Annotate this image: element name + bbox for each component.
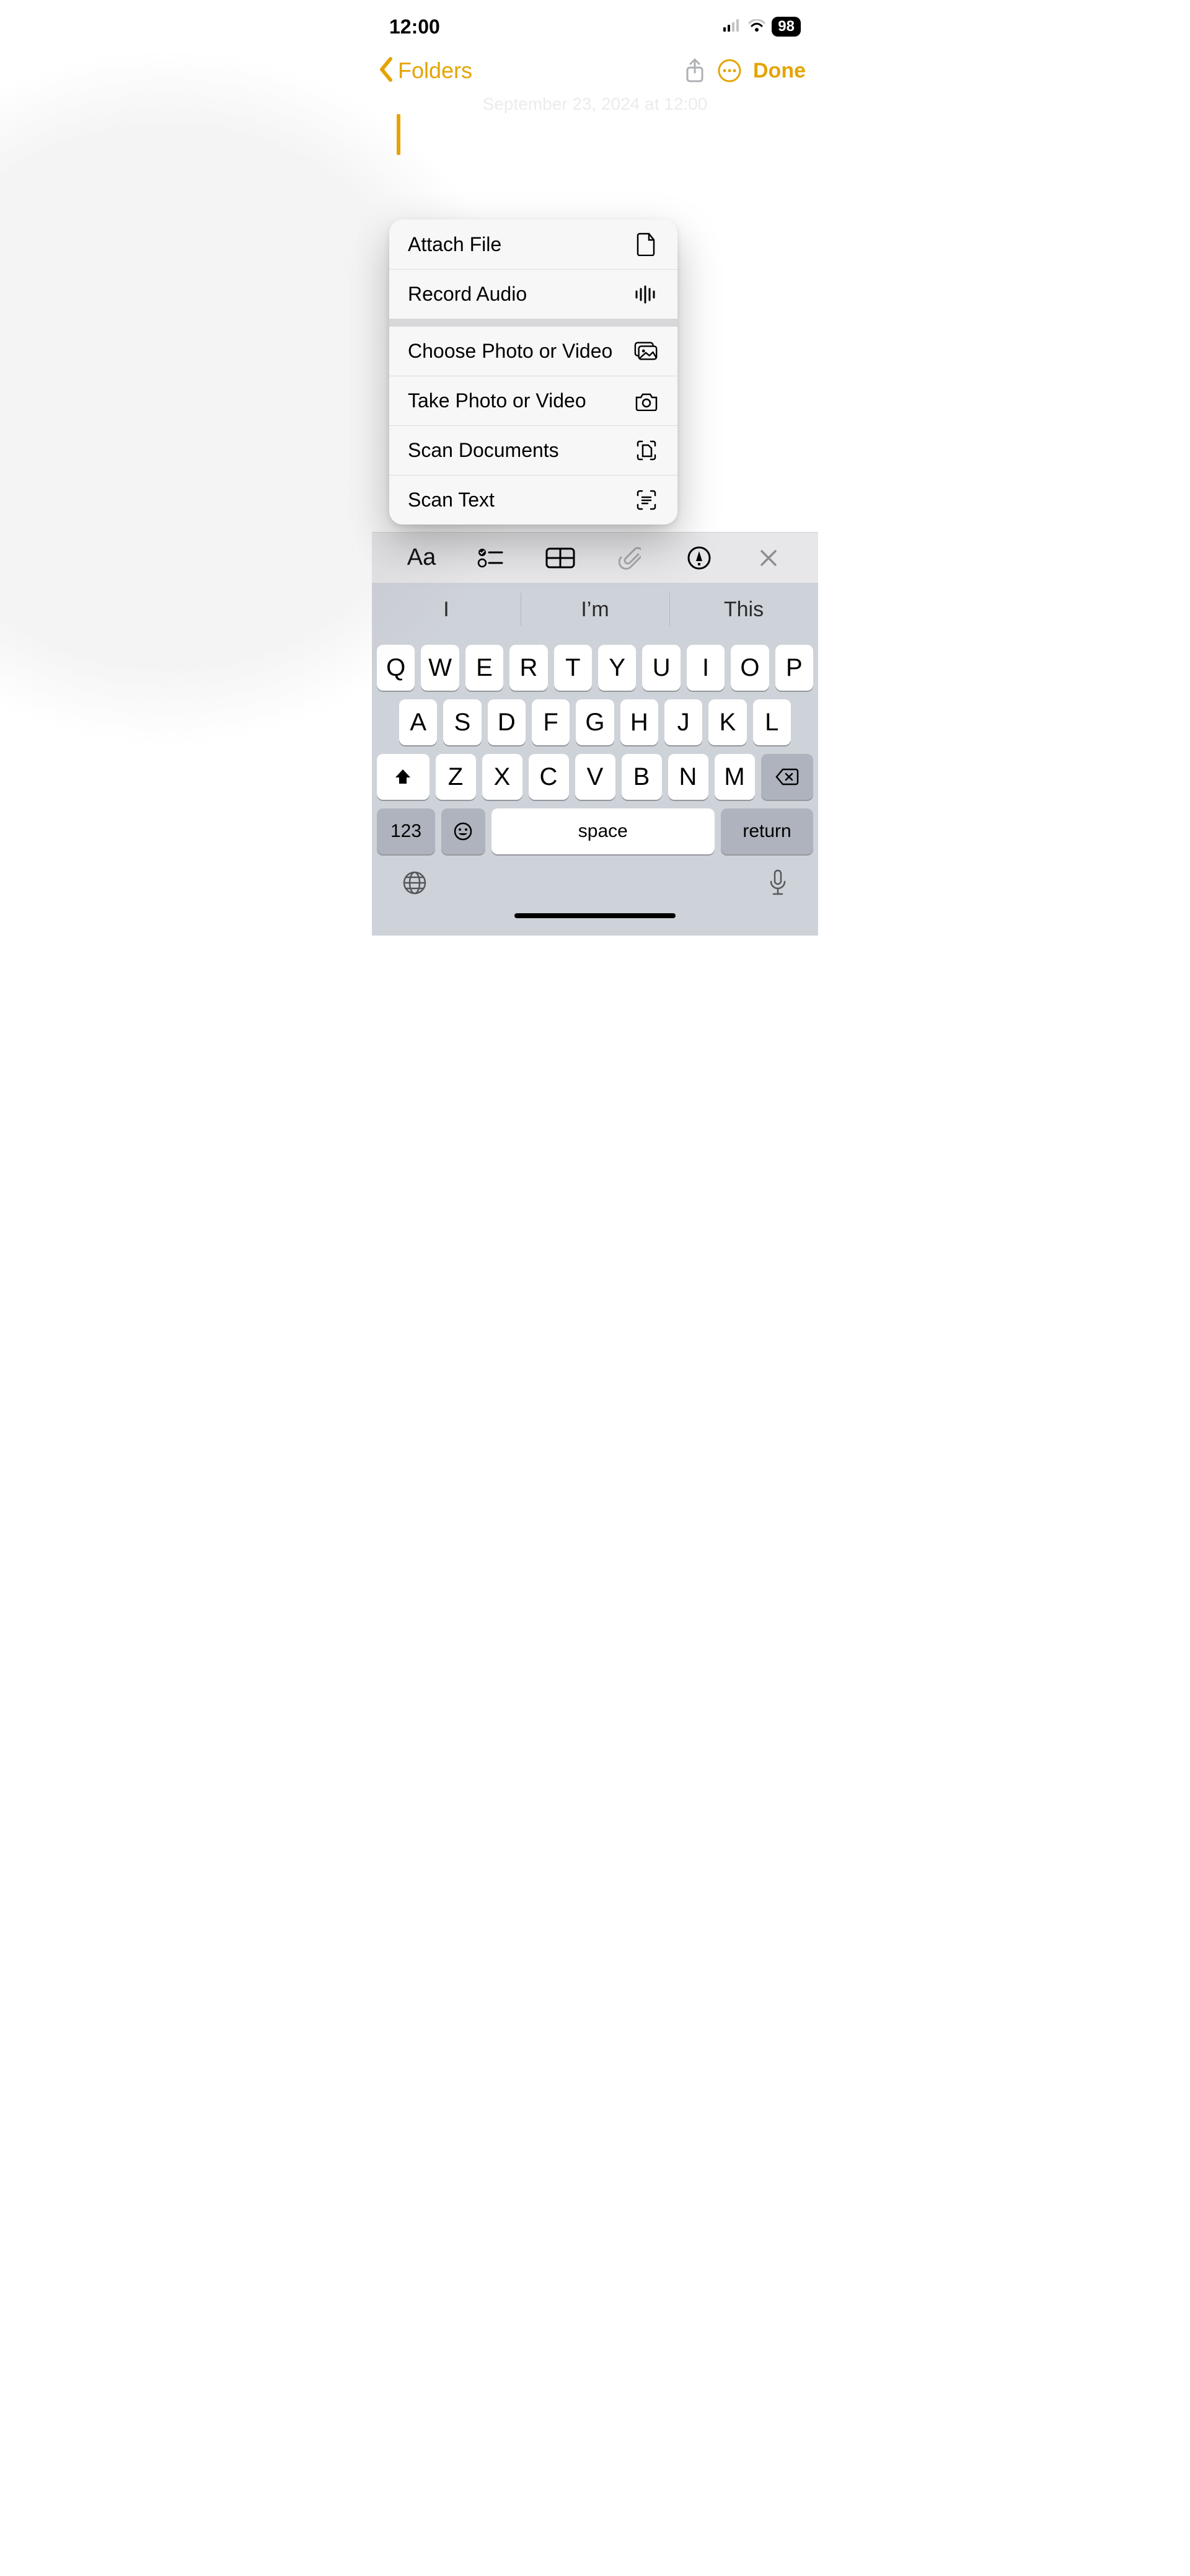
choose-photo-option[interactable]: Choose Photo or Video xyxy=(389,326,677,376)
attachment-menu: Attach File Record Audio xyxy=(389,219,677,524)
attachment-button[interactable] xyxy=(607,541,652,575)
key-j[interactable]: J xyxy=(664,699,702,745)
key-g[interactable]: G xyxy=(576,699,614,745)
dictation-key[interactable] xyxy=(767,869,788,900)
more-button[interactable] xyxy=(712,53,747,88)
key-w[interactable]: W xyxy=(421,645,459,691)
text-format-icon: Aa xyxy=(407,544,436,571)
suggestion-2[interactable]: I’m xyxy=(521,583,669,636)
menu-separator xyxy=(389,319,677,326)
wifi-icon xyxy=(748,19,765,35)
key-p[interactable]: P xyxy=(775,645,813,691)
waveform-icon xyxy=(634,282,659,307)
camera-icon xyxy=(634,389,659,414)
key-q[interactable]: Q xyxy=(377,645,415,691)
scan-text-icon xyxy=(634,488,659,513)
backspace-key[interactable] xyxy=(761,754,814,800)
close-icon xyxy=(759,549,778,567)
menu-item-label: Scan Text xyxy=(408,489,495,511)
key-n[interactable]: N xyxy=(668,754,708,800)
key-m[interactable]: M xyxy=(715,754,755,800)
key-e[interactable]: E xyxy=(465,645,503,691)
shift-key[interactable] xyxy=(377,754,430,800)
key-b[interactable]: B xyxy=(622,754,662,800)
software-keyboard: I I’m This Q W E R T Y U I O P A S D F G… xyxy=(372,583,818,936)
checklist-button[interactable] xyxy=(469,541,513,575)
key-k[interactable]: K xyxy=(708,699,746,745)
take-photo-option[interactable]: Take Photo or Video xyxy=(389,376,677,425)
key-row-1: Q W E R T Y U I O P xyxy=(372,645,818,691)
menu-item-label: Record Audio xyxy=(408,283,527,306)
suggestion-bar: I I’m This xyxy=(372,583,818,636)
markup-icon xyxy=(687,546,712,570)
suggestion-1[interactable]: I xyxy=(372,583,521,636)
shift-icon xyxy=(394,768,412,786)
status-indicators: 98 xyxy=(723,17,801,37)
back-label: Folders xyxy=(398,58,472,84)
back-button[interactable]: Folders xyxy=(377,56,472,86)
table-icon xyxy=(545,547,575,569)
mic-icon xyxy=(767,869,788,896)
key-a[interactable]: A xyxy=(399,699,437,745)
key-t[interactable]: T xyxy=(554,645,592,691)
scan-documents-option[interactable]: Scan Documents xyxy=(389,425,677,475)
close-toolbar-button[interactable] xyxy=(746,541,791,575)
menu-item-label: Scan Documents xyxy=(408,439,559,462)
key-d[interactable]: D xyxy=(488,699,526,745)
key-z[interactable]: Z xyxy=(436,754,476,800)
key-v[interactable]: V xyxy=(575,754,615,800)
chevron-left-icon xyxy=(377,56,395,86)
backspace-icon xyxy=(775,768,799,786)
file-icon xyxy=(634,232,659,257)
table-button[interactable] xyxy=(538,541,583,575)
globe-key[interactable] xyxy=(402,870,428,899)
key-o[interactable]: O xyxy=(731,645,769,691)
photo-stack-icon xyxy=(634,339,659,364)
share-button[interactable] xyxy=(677,53,712,88)
key-u[interactable]: U xyxy=(642,645,680,691)
status-bar: 12:00 98 xyxy=(372,0,818,48)
text-style-button[interactable]: Aa xyxy=(399,541,444,575)
menu-item-label: Attach File xyxy=(408,233,501,256)
return-key[interactable]: return xyxy=(721,808,813,854)
paperclip-icon xyxy=(619,546,641,570)
record-audio-option[interactable]: Record Audio xyxy=(389,269,677,319)
attach-file-option[interactable]: Attach File xyxy=(389,219,677,269)
key-x[interactable]: X xyxy=(482,754,522,800)
key-i[interactable]: I xyxy=(687,645,725,691)
scan-doc-icon xyxy=(634,438,659,463)
key-y[interactable]: Y xyxy=(598,645,636,691)
key-c[interactable]: C xyxy=(529,754,569,800)
nav-bar: Folders Done xyxy=(372,48,818,92)
key-row-3: Z X C V B N M xyxy=(372,754,818,800)
space-key[interactable]: space xyxy=(491,808,715,854)
menu-item-label: Choose Photo or Video xyxy=(408,340,612,363)
emoji-icon xyxy=(453,821,473,841)
formatting-toolbar: Aa xyxy=(372,532,818,583)
battery-pill: 98 xyxy=(772,17,801,37)
key-row-2: A S D F G H J K L xyxy=(372,699,818,745)
numbers-key[interactable]: 123 xyxy=(377,808,435,854)
globe-icon xyxy=(402,870,428,896)
status-time: 12:00 xyxy=(389,15,440,38)
checklist-icon xyxy=(477,547,505,569)
markup-button[interactable] xyxy=(677,541,721,575)
key-r[interactable]: R xyxy=(509,645,547,691)
note-editor[interactable]: September 23, 2024 at 12:00 Attach File … xyxy=(372,92,818,532)
note-date-watermark: September 23, 2024 at 12:00 xyxy=(372,94,818,114)
text-cursor xyxy=(397,114,400,155)
key-s[interactable]: S xyxy=(443,699,481,745)
key-l[interactable]: L xyxy=(753,699,791,745)
keyboard-bottom-row xyxy=(372,854,818,900)
home-indicator[interactable] xyxy=(514,913,676,918)
cellular-icon xyxy=(723,19,742,35)
menu-item-label: Take Photo or Video xyxy=(408,389,586,412)
key-row-4: 123 space return xyxy=(372,808,818,854)
key-f[interactable]: F xyxy=(532,699,570,745)
key-h[interactable]: H xyxy=(620,699,658,745)
suggestion-3[interactable]: This xyxy=(669,583,818,636)
scan-text-option[interactable]: Scan Text xyxy=(389,475,677,524)
emoji-key[interactable] xyxy=(441,808,485,854)
done-button[interactable]: Done xyxy=(753,59,806,83)
